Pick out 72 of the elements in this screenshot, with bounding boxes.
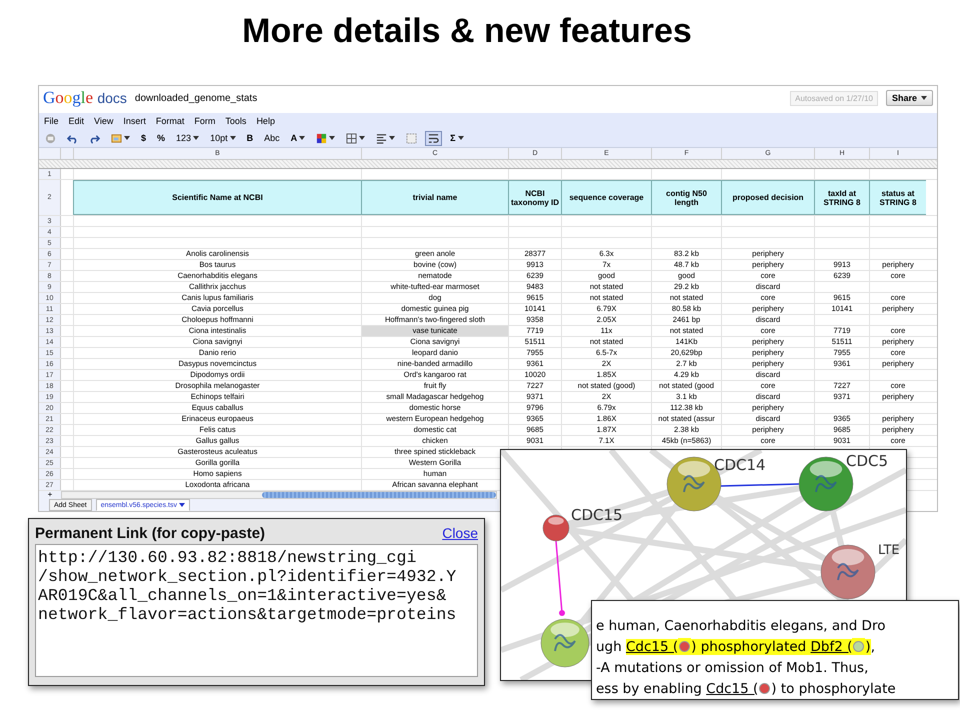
slide-title: More details & new features [242,12,692,51]
menu-item[interactable]: Form [194,116,216,126]
excerpt-text: -A mutations or omission of Mob1. Thus, [596,660,868,676]
protein-node[interactable] [820,544,876,600]
autosave-status: Autosaved on 1/27/10 [790,90,878,106]
add-row-button[interactable]: + [39,491,61,499]
toolbar-button[interactable]: Σ [447,130,467,146]
caret-icon [389,136,396,140]
menu-item[interactable]: Edit [68,116,84,126]
docs-logo: Google docs [43,88,127,108]
dialog-title: Permanent Link (for copy-paste) [35,524,266,542]
column-heading: contig N50 length [651,180,721,215]
excerpt-text: e human, Caenorhabditis elegans, and Dro [596,618,886,634]
merge-icon [406,132,418,144]
align-icon [376,132,388,144]
caret-icon [124,136,130,140]
menu-item[interactable]: View [94,116,114,126]
toolbar-button[interactable]: 123 [173,130,202,146]
caret-icon [359,136,366,140]
toolbar-button[interactable] [425,130,442,146]
node-label: CDC15 [571,506,623,524]
node-label: CDC5 [846,452,888,470]
link-field[interactable]: http://130.60.93.82:8818/newstring_cgi /show_network_section.pl?identifier=4932.Y AR019C&all_channels_on=1&interactive=yes& network_flavor=actions&targetmode=proteins [35,544,478,677]
protein-node[interactable] [540,618,590,668]
column-heading: Scientific Name at NCBI [73,180,361,215]
excerpt-text: ugh [596,638,623,654]
redo-icon [89,132,100,144]
gene-link[interactable]: Cdc15 ( [626,638,678,654]
caret-icon [329,136,336,140]
fill-color-icon [316,132,328,144]
excerpt-text: ess by enabling [596,680,703,696]
column-heading: trivial name [361,180,508,215]
gene-link[interactable]: Cdc15 ( [706,680,758,696]
caret-icon [299,136,306,140]
column-heading: taxId at STRING 8 [814,180,869,215]
caret-icon [178,503,185,507]
document-title[interactable]: downloaded_genome_stats [134,92,258,104]
menu-item[interactable]: Tools [225,116,246,126]
menu-item[interactable]: Help [256,116,275,126]
column-heading: status at STRING 8 [869,180,926,215]
undo-icon [67,132,78,144]
toolbar-button[interactable]: B [244,130,256,146]
caret-icon [193,136,200,140]
menu-item[interactable]: File [44,116,59,126]
column-heading: NCBI taxonomy ID [508,180,561,215]
excerpt-text: ) [865,638,871,654]
horizontal-scrollbar[interactable] [61,491,497,499]
excerpt-text: ) to phosphorylate [771,680,896,696]
toolbar-button[interactable]: A [288,130,308,146]
borders-icon [346,132,358,144]
printer-icon [45,132,56,144]
share-button[interactable]: Share [886,90,933,106]
excerpt-text: ) phosphorylated [691,638,811,654]
wrap-icon [428,132,440,144]
toolbar-button[interactable]: Abc [261,130,283,146]
close-link[interactable]: Close [442,525,478,541]
toolbar-button[interactable]: $ [138,130,150,146]
toolbar-button[interactable]: % [154,130,168,146]
column-heading: sequence coverage [561,180,651,215]
toolbar-button[interactable]: 10pt [207,130,239,146]
menu-item[interactable]: Format [156,116,184,126]
node-label: CDC14 [714,456,766,474]
column-heading: proposed decision [721,180,814,215]
protein-node[interactable] [542,514,570,542]
caret-icon [921,96,927,100]
node-label: LTE [878,543,900,558]
menu-item[interactable]: Insert [123,116,146,126]
gene-link[interactable]: Dbf2 ( [810,638,852,654]
caret-icon [230,136,236,140]
excerpt-text: , [870,638,875,654]
caret-icon [458,136,464,140]
paint-format-icon [111,132,122,144]
